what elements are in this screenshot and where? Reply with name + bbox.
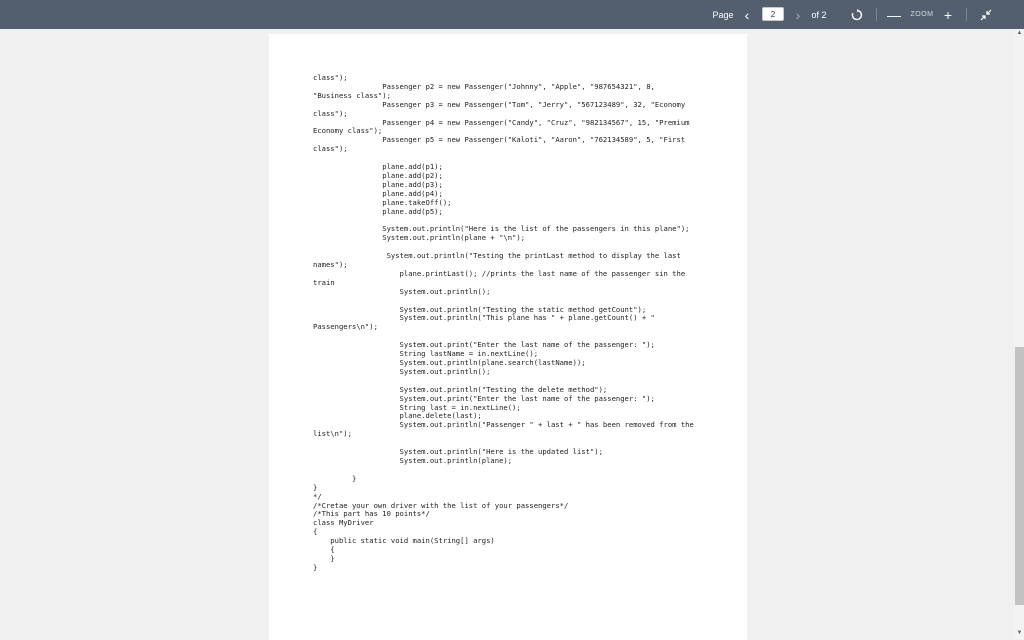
zoom-label: ZOOM	[910, 11, 934, 18]
chevron-right-icon[interactable]: ›	[792, 0, 804, 29]
collapse-icon[interactable]	[978, 0, 994, 29]
toolbar-divider	[876, 8, 877, 21]
scroll-down-arrow-icon[interactable]: ▼	[1016, 630, 1023, 637]
code-line: }	[313, 473, 357, 483]
pdf-toolbar: Page ‹ 2 › of 2 — ZOOM +	[0, 0, 1024, 29]
code-line: }	[313, 482, 318, 492]
toolbar-divider	[966, 8, 967, 21]
refresh-icon[interactable]	[847, 0, 867, 29]
code-line: Passenger p3 = new Passenger("Tom", "Jer…	[313, 99, 686, 109]
code-line: }	[313, 553, 335, 563]
code-line: System.out.println();	[313, 286, 491, 296]
code-line: class");	[313, 144, 348, 154]
code-block: class"); Passenger p2 = new Passenger("J…	[313, 73, 694, 573]
page-count-label: of 2	[811, 9, 827, 20]
code-line: list\n");	[313, 429, 352, 439]
minus-icon[interactable]: —	[886, 0, 902, 29]
code-line: Passengers\n");	[313, 322, 378, 332]
plus-icon[interactable]: +	[940, 0, 956, 29]
code-line: class MyDriver	[313, 518, 374, 528]
code-line: {	[313, 545, 335, 555]
scroll-up-arrow-icon[interactable]: ▲	[1016, 30, 1023, 37]
code-line: Passenger p5 = new Passenger("Kaloti", "…	[313, 135, 686, 145]
code-line: }	[313, 562, 318, 572]
code-line: plane.printLast(); //prints the last nam…	[313, 268, 686, 278]
code-line: public static void main(String[] args)	[313, 536, 495, 546]
page-number-input[interactable]: 2	[762, 7, 784, 21]
code-line: System.out.println("Passenger " + last +…	[313, 420, 694, 430]
code-line: System.out.println("Testing the printLas…	[313, 251, 681, 261]
chevron-left-icon[interactable]: ‹	[740, 0, 754, 29]
scrollbar-thumb[interactable]	[1015, 347, 1024, 605]
code-line: System.out.println(plane);	[313, 455, 513, 465]
code-line: System.out.println(plane + "\n");	[313, 233, 526, 243]
code-line: System.out.println();	[313, 366, 491, 376]
code-line: plane.add(p5);	[313, 206, 443, 216]
